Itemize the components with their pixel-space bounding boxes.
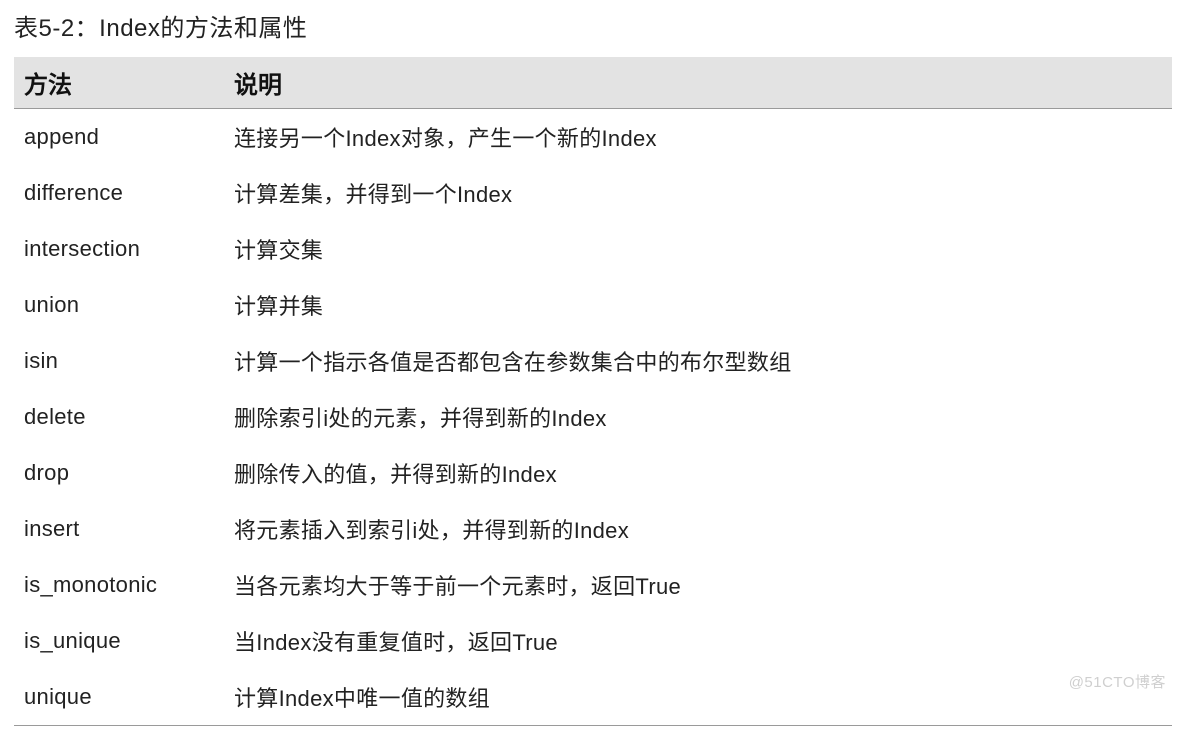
index-methods-table: 方法 说明 append 连接另一个Index对象，产生一个新的Index di… [14, 57, 1172, 726]
method-cell: is_unique [14, 613, 224, 669]
description-cell: 当各元素均大于等于前一个元素时，返回True [224, 557, 1172, 613]
table-row: union 计算并集 [14, 277, 1172, 333]
method-cell: unique [14, 669, 224, 726]
description-cell: 连接另一个Index对象，产生一个新的Index [224, 109, 1172, 166]
table-header-row: 方法 说明 [14, 57, 1172, 109]
method-cell: difference [14, 165, 224, 221]
description-cell: 计算差集，并得到一个Index [224, 165, 1172, 221]
description-cell: 计算Index中唯一值的数组 [224, 669, 1172, 726]
table-row: difference 计算差集，并得到一个Index [14, 165, 1172, 221]
method-cell: is_monotonic [14, 557, 224, 613]
header-description: 说明 [224, 57, 1172, 109]
table-caption: 表5-2：Index的方法和属性 [14, 8, 1174, 43]
table-row: unique 计算Index中唯一值的数组 [14, 669, 1172, 726]
method-cell: intersection [14, 221, 224, 277]
table-row: append 连接另一个Index对象，产生一个新的Index [14, 109, 1172, 166]
description-cell: 将元素插入到索引i处，并得到新的Index [224, 501, 1172, 557]
table-row: intersection 计算交集 [14, 221, 1172, 277]
method-cell: isin [14, 333, 224, 389]
header-method: 方法 [14, 57, 224, 109]
description-cell: 计算并集 [224, 277, 1172, 333]
table-row: insert 将元素插入到索引i处，并得到新的Index [14, 501, 1172, 557]
watermark-text: @51CTO博客 [1069, 671, 1166, 692]
description-cell: 计算一个指示各值是否都包含在参数集合中的布尔型数组 [224, 333, 1172, 389]
method-cell: union [14, 277, 224, 333]
method-cell: drop [14, 445, 224, 501]
method-cell: insert [14, 501, 224, 557]
description-cell: 删除传入的值，并得到新的Index [224, 445, 1172, 501]
description-cell: 当Index没有重复值时，返回True [224, 613, 1172, 669]
table-row: is_unique 当Index没有重复值时，返回True [14, 613, 1172, 669]
method-cell: append [14, 109, 224, 166]
document-page: 表5-2：Index的方法和属性 方法 说明 append 连接另一个Index… [0, 0, 1184, 736]
description-cell: 删除索引i处的元素，并得到新的Index [224, 389, 1172, 445]
table-row: isin 计算一个指示各值是否都包含在参数集合中的布尔型数组 [14, 333, 1172, 389]
table-row: is_monotonic 当各元素均大于等于前一个元素时，返回True [14, 557, 1172, 613]
method-cell: delete [14, 389, 224, 445]
table-row: delete 删除索引i处的元素，并得到新的Index [14, 389, 1172, 445]
description-cell: 计算交集 [224, 221, 1172, 277]
table-row: drop 删除传入的值，并得到新的Index [14, 445, 1172, 501]
